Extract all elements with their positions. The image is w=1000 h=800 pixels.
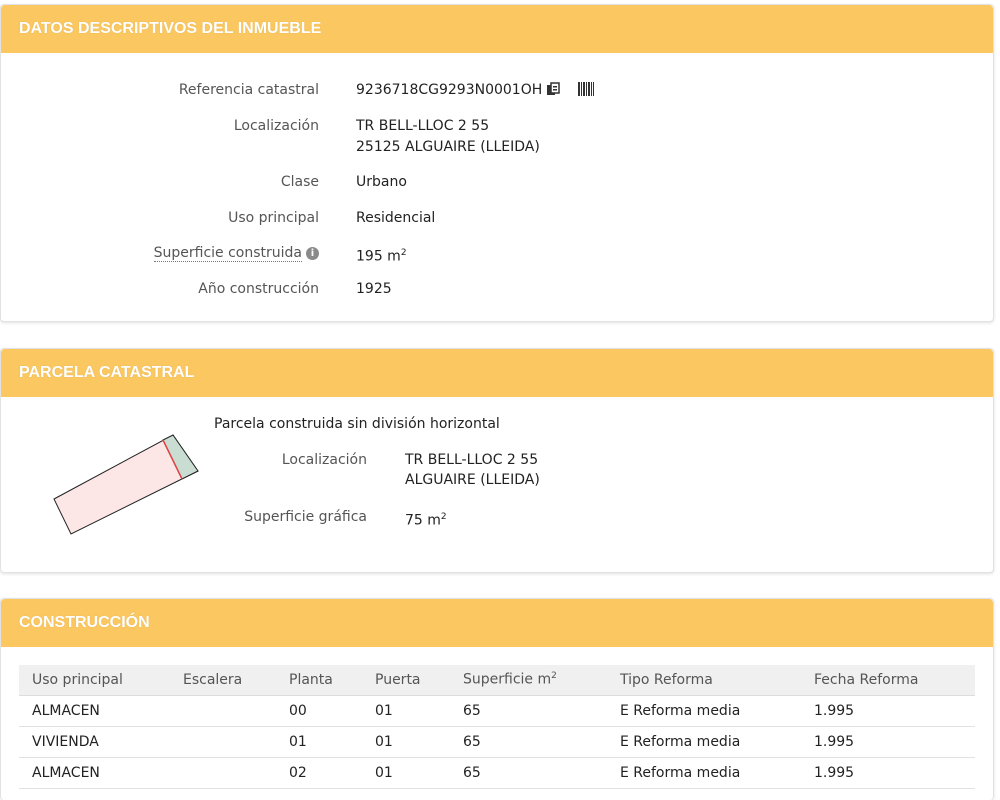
localizacion-line2: 25125 ALGUAIRE (LLEIDA)	[356, 139, 540, 155]
col-superficie-label: Superficie m	[463, 672, 552, 689]
col-uso-principal: Uso principal	[19, 665, 170, 696]
cell-fecha-reforma: 1.995	[801, 695, 975, 727]
info-icon[interactable]: i	[306, 247, 319, 260]
table-row: ALMACEN 00 01 65 E Reforma media 1.995	[19, 695, 975, 727]
parcela-localizacion-line1: TR BELL-LLOC 2 55	[405, 452, 539, 468]
parcela-panel: PARCELA CATASTRAL Parcela construida sin…	[0, 348, 994, 573]
construccion-panel-title: CONSTRUCCIÓN	[1, 599, 993, 647]
col-superficie-sup: 2	[551, 671, 557, 682]
cell-uso: VIVIENDA	[19, 726, 170, 758]
referencia-label: Referencia catastral	[178, 82, 319, 98]
parcela-localizacion-label: Localización	[281, 452, 367, 468]
table-header-row: Uso principal Escalera Planta Puerta Sup…	[19, 665, 975, 696]
cell-escalera	[170, 757, 276, 789]
cell-tipo-reforma: E Reforma media	[607, 757, 801, 789]
cell-escalera	[170, 695, 276, 727]
cell-planta: 01	[276, 726, 362, 758]
cell-escalera	[170, 726, 276, 758]
localizacion-label: Localización	[233, 118, 319, 134]
col-puerta: Puerta	[362, 665, 450, 696]
datos-panel-title: DATOS DESCRIPTIVOS DEL INMUEBLE	[1, 5, 993, 53]
table-row: ALMACEN 02 01 65 E Reforma media 1.995	[19, 757, 975, 789]
parcela-localizacion-value: TR BELL-LLOC 2 55 ALGUAIRE (LLEIDA)	[405, 450, 540, 490]
anio-label: Año construcción	[198, 281, 319, 297]
table-row: VIVIENDA 01 01 65 E Reforma media 1.995	[19, 726, 975, 758]
cell-planta: 02	[276, 757, 362, 789]
parcela-superficie-sup: 2	[440, 512, 447, 522]
barcode-icon[interactable]	[578, 82, 595, 103]
cell-superficie: 65	[450, 726, 607, 758]
cell-tipo-reforma: E Reforma media	[607, 695, 801, 727]
superficie-label-group: Superficie construida i	[153, 243, 319, 264]
cell-planta: 00	[276, 695, 362, 727]
parcel-map[interactable]	[51, 429, 203, 537]
col-escalera: Escalera	[170, 665, 276, 696]
construccion-table: Uso principal Escalera Planta Puerta Sup…	[19, 665, 975, 789]
parcela-superficie-value-group: 75 m2	[405, 507, 447, 531]
superficie-value: 195 m	[356, 248, 401, 265]
cell-fecha-reforma: 1.995	[801, 757, 975, 789]
cell-superficie: 65	[450, 695, 607, 727]
uso-value: Residencial	[356, 210, 436, 226]
cell-tipo-reforma: E Reforma media	[607, 726, 801, 758]
superficie-label: Superficie construida	[153, 245, 302, 262]
cell-puerta: 01	[362, 757, 450, 789]
superficie-value-group: 195 m2	[356, 243, 407, 268]
anio-value: 1925	[356, 281, 392, 297]
parcela-superficie-value: 75 m	[405, 512, 441, 529]
parcela-localizacion-line2: ALGUAIRE (LLEIDA)	[405, 472, 540, 488]
clase-value: Urbano	[356, 174, 407, 190]
referencia-value: 9236718CG9293N0001OH	[356, 82, 543, 98]
cell-fecha-reforma: 1.995	[801, 726, 975, 758]
uso-label: Uso principal	[228, 210, 319, 226]
col-planta: Planta	[276, 665, 362, 696]
parcela-superficie-label: Superficie gráfica	[244, 509, 367, 525]
cell-puerta: 01	[362, 695, 450, 727]
col-fecha-reforma: Fecha Reforma	[801, 665, 975, 696]
referencia-value-group: 9236718CG9293N0001OH	[356, 80, 595, 103]
localizacion-value: TR BELL-LLOC 2 55 25125 ALGUAIRE (LLEIDA…	[356, 116, 540, 158]
cell-uso: ALMACEN	[19, 695, 170, 727]
construccion-panel: CONSTRUCCIÓN Uso principal Escalera Plan…	[0, 598, 994, 800]
parcela-description: Parcela construida sin división horizont…	[214, 416, 500, 432]
clase-label: Clase	[280, 174, 319, 190]
cell-superficie: 65	[450, 757, 607, 789]
localizacion-line1: TR BELL-LLOC 2 55	[356, 118, 490, 134]
copy-icon[interactable]	[546, 82, 561, 96]
datos-panel: DATOS DESCRIPTIVOS DEL INMUEBLE Referenc…	[0, 4, 994, 322]
col-superficie: Superficie m2	[450, 665, 607, 696]
superficie-sup: 2	[400, 248, 407, 258]
cell-puerta: 01	[362, 726, 450, 758]
parcela-panel-title: PARCELA CATASTRAL	[1, 349, 993, 397]
col-tipo-reforma: Tipo Reforma	[607, 665, 801, 696]
cell-uso: ALMACEN	[19, 757, 170, 789]
